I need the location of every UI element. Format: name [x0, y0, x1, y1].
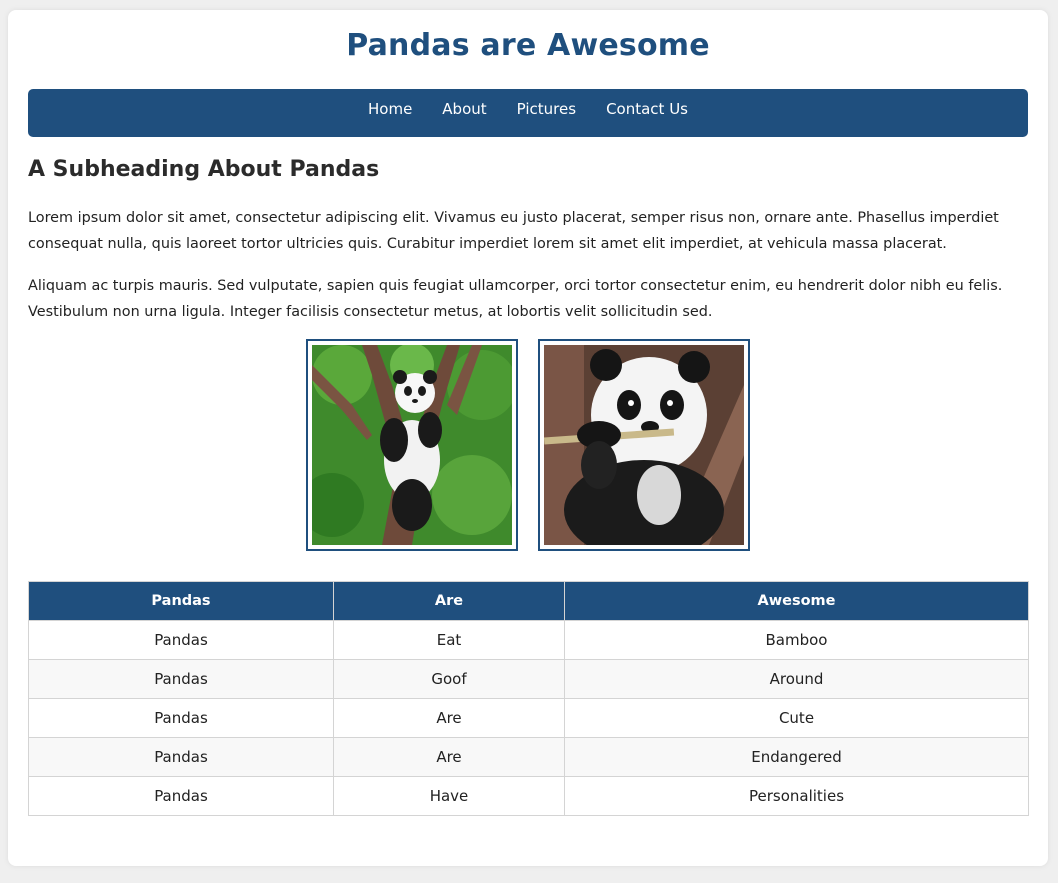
table-row: Pandas Are Endangered: [28, 737, 1029, 777]
table-row: Pandas Eat Bamboo: [28, 620, 1029, 660]
table-header-cell: Pandas: [28, 581, 334, 621]
table-cell: Endangered: [564, 737, 1029, 777]
table-cell: Around: [564, 659, 1029, 699]
panda-climbing-image: [312, 345, 512, 545]
table-cell: Pandas: [28, 659, 334, 699]
navbar: Home About Pictures Contact Us: [28, 89, 1028, 137]
table-cell: Personalities: [564, 776, 1029, 816]
table-cell: Bamboo: [564, 620, 1029, 660]
table-cell: Pandas: [28, 698, 334, 738]
table-header-cell: Are: [333, 581, 565, 621]
subheading: A Subheading About Pandas: [28, 157, 380, 182]
table-cell: Are: [333, 737, 565, 777]
table-cell: Cute: [564, 698, 1029, 738]
panda-photo-bamboo: [538, 339, 750, 551]
table-cell: Pandas: [28, 620, 334, 660]
table-row: Pandas Have Personalities: [28, 776, 1029, 816]
table-cell: Have: [333, 776, 565, 816]
nav-link-about[interactable]: About: [442, 100, 486, 126]
table-cell: Pandas: [28, 737, 334, 777]
paragraph-2: Aliquam ac turpis mauris. Sed vulputate,…: [28, 278, 1003, 320]
nav-link-contact-us[interactable]: Contact Us: [606, 100, 688, 126]
paragraph-1: Lorem ipsum dolor sit amet, consectetur …: [28, 210, 999, 252]
table-cell: Goof: [333, 659, 565, 699]
page-card: Pandas are Awesome Home About Pictures C…: [8, 10, 1048, 866]
panda-photo-climbing: [306, 339, 518, 551]
table-row: Pandas Are Cute: [28, 698, 1029, 738]
panda-table: Pandas Are Awesome Pandas Eat Bamboo Pan…: [28, 581, 1029, 816]
table-row: Pandas Goof Around: [28, 659, 1029, 699]
table-cell: Eat: [333, 620, 565, 660]
page-title: Pandas are Awesome: [346, 28, 710, 63]
panda-table-container: Pandas Are Awesome Pandas Eat Bamboo Pan…: [28, 581, 1029, 816]
table-header-row: Pandas Are Awesome: [28, 581, 1029, 621]
panda-bamboo-image: [544, 345, 744, 545]
nav-link-home[interactable]: Home: [368, 100, 412, 126]
table-header-cell: Awesome: [564, 581, 1029, 621]
table-cell: Pandas: [28, 776, 334, 816]
table-cell: Are: [333, 698, 565, 738]
nav-link-pictures[interactable]: Pictures: [517, 100, 576, 126]
